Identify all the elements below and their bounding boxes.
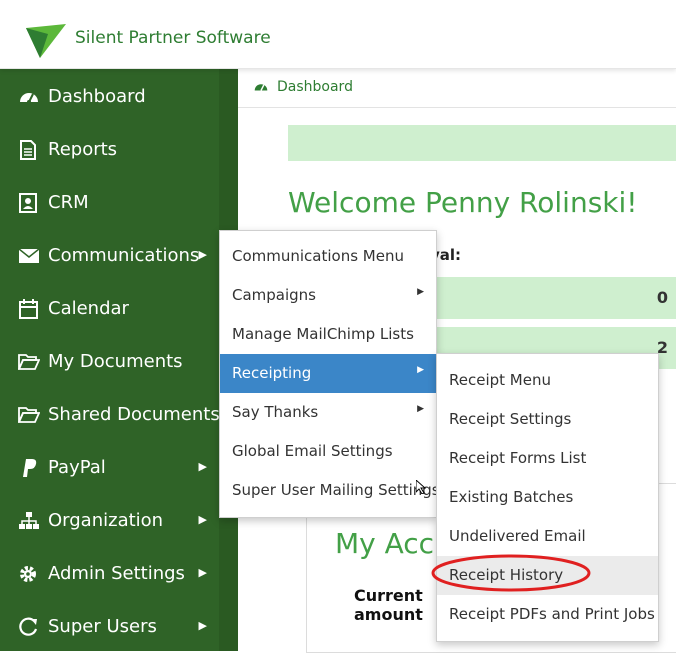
sidebar-item-calendar[interactable]: Calendar bbox=[0, 282, 219, 335]
paypal-icon bbox=[23, 459, 37, 477]
envelope-icon bbox=[18, 248, 40, 263]
refresh-icon bbox=[19, 617, 38, 636]
folder-open-icon bbox=[18, 407, 40, 423]
chevron-right-icon: ▶ bbox=[198, 566, 207, 579]
current-amount-label: Current amount bbox=[354, 586, 423, 624]
sidebar-item-super-users[interactable]: Super Users ▶ bbox=[0, 600, 219, 653]
chevron-right-icon: ▶ bbox=[198, 248, 207, 261]
chevron-right-icon: ▶ bbox=[417, 365, 424, 375]
current-amount-text: Current amount bbox=[354, 586, 423, 624]
sitemap-icon bbox=[19, 512, 39, 529]
sidebar-item-shared-documents[interactable]: Shared Documents bbox=[0, 388, 220, 441]
receipting-submenu: Receipt Menu Receipt Settings Receipt Fo… bbox=[436, 353, 659, 642]
welcome-heading: Welcome Penny Rolinski! bbox=[288, 186, 638, 219]
dashboard-icon bbox=[254, 84, 268, 91]
contact-card-icon bbox=[19, 193, 37, 213]
menu-item-say-thanks[interactable]: Say Thanks ▶ bbox=[220, 393, 436, 432]
menu-item-label: Receipt Menu bbox=[449, 371, 551, 389]
menu-item-label: Global Email Settings bbox=[232, 442, 393, 460]
sidebar-item-my-documents[interactable]: My Documents bbox=[0, 335, 219, 388]
menu-item-receipt-history[interactable]: Receipt History bbox=[437, 556, 658, 595]
sidebar-item-communications[interactable]: Communications ▶ bbox=[0, 229, 219, 282]
menu-item-label: Receipt Forms List bbox=[449, 449, 587, 467]
sidebar-item-label: Organization bbox=[48, 510, 164, 531]
menu-item-global-email-settings[interactable]: Global Email Settings bbox=[220, 432, 436, 471]
menu-item-campaigns[interactable]: Campaigns ▶ bbox=[220, 276, 436, 315]
communications-menu: Communications Menu Campaigns ▶ Manage M… bbox=[219, 230, 440, 518]
menu-item-label: Receipt PDFs and Print Jobs bbox=[449, 605, 655, 623]
menu-item-label: Say Thanks bbox=[232, 403, 319, 421]
logo-icon bbox=[26, 24, 66, 58]
chevron-right-icon: ▶ bbox=[198, 619, 207, 632]
gear-icon bbox=[20, 566, 36, 582]
stat-value: 0 bbox=[656, 288, 668, 307]
sidebar-item-label: Dashboard bbox=[48, 86, 146, 107]
sidebar-item-label: My Documents bbox=[48, 351, 183, 372]
menu-item-receipt-forms-list[interactable]: Receipt Forms List bbox=[437, 439, 658, 478]
sidebar-item-label: Communications bbox=[48, 245, 200, 266]
menu-item-label: Campaigns bbox=[232, 286, 317, 304]
menu-item-label: Receipting bbox=[232, 364, 312, 382]
sidebar-item-label: PayPal bbox=[48, 457, 106, 478]
sidebar-item-label: Super Users bbox=[48, 616, 157, 637]
sidebar-item-label: Reports bbox=[48, 139, 118, 160]
top-header: Silent Partner Software bbox=[0, 0, 676, 69]
breadcrumb-dashboard-link[interactable]: Dashboard bbox=[277, 79, 353, 95]
account-title: My Acc bbox=[335, 527, 435, 560]
sidebar-item-dashboard[interactable]: Dashboard bbox=[0, 70, 219, 123]
chevron-right-icon: ▶ bbox=[417, 287, 424, 297]
sidebar-item-label: CRM bbox=[48, 192, 89, 213]
sidebar-item-label: Calendar bbox=[48, 298, 129, 319]
calendar-icon bbox=[19, 299, 38, 319]
menu-item-label: Undelivered Email bbox=[449, 527, 586, 545]
menu-item-existing-batches[interactable]: Existing Batches bbox=[437, 478, 658, 517]
folder-open-icon bbox=[18, 354, 40, 370]
chevron-right-icon: ▶ bbox=[417, 404, 424, 414]
menu-item-label: Receipt History bbox=[449, 566, 564, 584]
menu-item-undelivered-email[interactable]: Undelivered Email bbox=[437, 517, 658, 556]
menu-item-receipt-menu[interactable]: Receipt Menu bbox=[437, 361, 658, 400]
sidebar-item-label: Admin Settings bbox=[48, 563, 185, 584]
menu-item-label: Communications Menu bbox=[232, 247, 404, 265]
sidebar-item-admin-settings[interactable]: Admin Settings ▶ bbox=[0, 547, 219, 600]
sidebar-item-label: Shared Documents bbox=[48, 404, 220, 425]
menu-item-label: Super User Mailing Settings bbox=[232, 481, 440, 499]
menu-item-manage-mailchimp-lists[interactable]: Manage MailChimp Lists bbox=[220, 315, 436, 354]
breadcrumb: Dashboard bbox=[238, 69, 676, 108]
menu-item-communications-menu[interactable]: Communications Menu bbox=[220, 237, 436, 276]
mouse-cursor-icon bbox=[416, 480, 426, 494]
chevron-right-icon: ▶ bbox=[198, 460, 207, 473]
dashboard-icon bbox=[20, 93, 38, 104]
menu-item-receipt-pdfs-and-print-jobs[interactable]: Receipt PDFs and Print Jobs bbox=[437, 595, 658, 634]
sidebar-item-paypal[interactable]: PayPal ▶ bbox=[0, 441, 219, 494]
menu-item-receipt-settings[interactable]: Receipt Settings bbox=[437, 400, 658, 439]
sidebar-item-organization[interactable]: Organization ▶ bbox=[0, 494, 219, 547]
document-icon bbox=[20, 140, 36, 160]
menu-item-label: Receipt Settings bbox=[449, 410, 572, 428]
menu-item-receipting[interactable]: Receipting ▶ bbox=[220, 354, 436, 393]
sidebar-item-reports[interactable]: Reports bbox=[0, 123, 219, 176]
menu-item-label: Existing Batches bbox=[449, 488, 574, 506]
menu-item-super-user-mailing-settings[interactable]: Super User Mailing Settings bbox=[220, 471, 440, 510]
chevron-right-icon: ▶ bbox=[198, 513, 207, 526]
menu-item-label: Manage MailChimp Lists bbox=[232, 325, 414, 343]
brand-name: Silent Partner Software bbox=[75, 28, 271, 48]
alert-bar bbox=[288, 125, 676, 161]
sidebar-item-crm[interactable]: CRM bbox=[0, 176, 219, 229]
